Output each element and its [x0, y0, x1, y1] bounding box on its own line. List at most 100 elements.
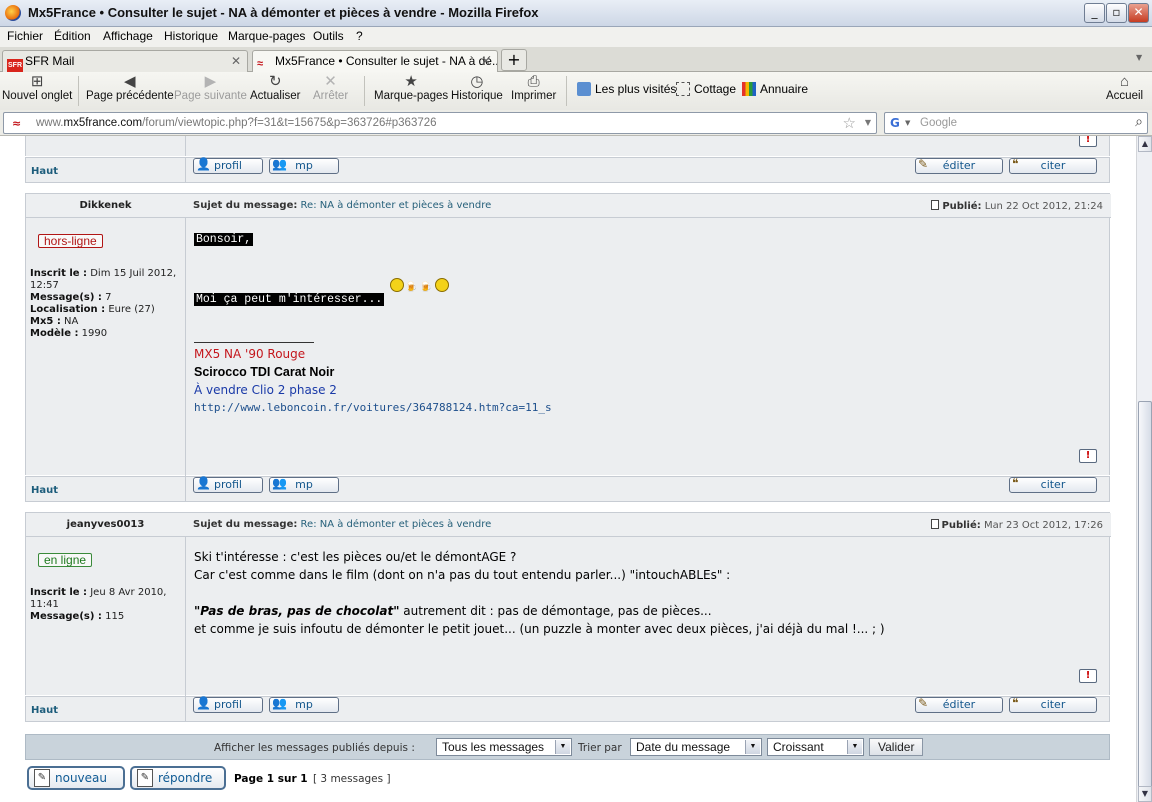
separator: [78, 76, 79, 106]
report-button[interactable]: !: [1079, 449, 1097, 463]
sort-by-select[interactable]: Date du message ▼: [630, 738, 762, 756]
report-button[interactable]: !: [1079, 136, 1097, 147]
menu-fichier[interactable]: Fichier: [7, 29, 43, 43]
post-icon[interactable]: [930, 519, 939, 529]
signature-divider: [194, 342, 314, 343]
menu-outils[interactable]: Outils: [313, 29, 344, 43]
post-header: Dikkenek Sujet du message: Re: NA à démo…: [26, 194, 1111, 218]
tab-mx5france[interactable]: ≈ Mx5France • Consulter le sujet - NA à d…: [252, 50, 498, 73]
google-icon[interactable]: G: [890, 116, 900, 130]
profile-button[interactable]: 👤 profil: [193, 157, 263, 174]
top-link[interactable]: Haut: [31, 485, 58, 496]
tab-close-icon[interactable]: ✕: [231, 54, 241, 68]
scroll-up-icon[interactable]: ▲: [1138, 136, 1152, 152]
back-arrow-icon: ◀: [124, 73, 136, 90]
post-author[interactable]: Dikkenek: [26, 200, 185, 211]
tab-label: SFR Mail: [25, 54, 75, 68]
bookmarks-button[interactable]: ★ Marque-pages: [374, 73, 448, 103]
edit-icon: ✎: [918, 157, 929, 171]
author-profile: Inscrit le : Dim 15 Juil 2012, 12:57 Mes…: [30, 268, 177, 339]
search-icon[interactable]: ⌕: [1135, 114, 1143, 130]
window-titlebar: Mx5France • Consulter le sujet - NA à dé…: [0, 0, 1152, 27]
edit-button[interactable]: ✎ éditer: [915, 157, 1003, 174]
url-bar[interactable]: ≈ www.mx5france.com/forum/viewtopic.php?…: [3, 112, 877, 134]
new-tab-button[interactable]: +: [501, 49, 527, 71]
maximize-button[interactable]: ▫: [1106, 3, 1127, 23]
back-button[interactable]: ◀ Page précédente: [86, 73, 174, 103]
display-since-select[interactable]: Tous les messages ▼: [436, 738, 572, 756]
url-dropdown-icon[interactable]: ▼: [865, 118, 871, 127]
post-actions-bar: Haut 👤 profil 👥 mp ✎ éditer ❝ citer: [25, 157, 1110, 183]
sfr-favicon-icon: SFR: [7, 59, 23, 72]
search-placeholder: Google: [920, 117, 958, 129]
quote-button[interactable]: ❝ citer: [1009, 696, 1097, 713]
profile-button[interactable]: 👤 profil: [193, 476, 263, 493]
new-tab-toolbar-button[interactable]: ⊞ Nouvel onglet: [2, 74, 72, 103]
minimize-button[interactable]: _: [1084, 3, 1105, 23]
top-link[interactable]: Haut: [31, 166, 58, 177]
bookmark-cottage[interactable]: Cottage: [676, 82, 736, 96]
pm-button[interactable]: 👥 mp: [269, 476, 339, 493]
chevron-down-icon: ▼: [555, 740, 570, 754]
user-icon: 👤: [196, 696, 211, 710]
filter-display-label: Afficher les messages publiés depuis :: [214, 742, 415, 754]
home-button[interactable]: ⌂ Accueil: [1106, 74, 1143, 103]
signature-link[interactable]: http://www.leboncoin.fr/voitures/3647881…: [194, 399, 552, 417]
sort-order-select[interactable]: Croissant ▼: [767, 738, 864, 756]
print-button[interactable]: ⎙ Imprimer: [511, 74, 556, 103]
report-button[interactable]: !: [1079, 669, 1097, 683]
vertical-scrollbar[interactable]: ▲ ▼: [1136, 136, 1152, 802]
menu-affichage[interactable]: Affichage: [103, 29, 153, 43]
post-line: et comme je suis infoutu de démonter le …: [194, 622, 885, 636]
new-topic-button[interactable]: ✎ nouveau: [27, 766, 125, 790]
post-date: Publié: Mar 23 Oct 2012, 17:26: [930, 519, 1103, 531]
top-link[interactable]: Haut: [31, 705, 58, 716]
bookmarks-star-icon: ★: [404, 73, 418, 90]
bookmark-annuaire[interactable]: Annuaire: [742, 82, 808, 96]
profile-button[interactable]: 👤 profil: [193, 696, 263, 713]
tab-list-arrow-icon[interactable]: ▼: [1136, 53, 1142, 62]
user-icon: 👤: [196, 476, 211, 490]
forum-page: ! Haut 👤 profil 👥 mp ✎ éditer ❝ citer Dikken…: [0, 136, 1136, 802]
forward-arrow-icon: ▶: [204, 73, 217, 90]
tab-close-icon[interactable]: ✕: [481, 54, 491, 68]
mx5-favicon-icon: ≈: [257, 58, 264, 70]
url-text[interactable]: www.mx5france.com/forum/viewtopic.php?f=…: [36, 117, 437, 129]
menu-edition[interactable]: Édition: [54, 29, 91, 43]
close-button[interactable]: ✕: [1128, 3, 1149, 23]
post-body: Bonsoir,: [194, 229, 254, 249]
stop-button[interactable]: ✕ Arrêter: [313, 74, 348, 103]
bookmark-star-icon[interactable]: ☆: [843, 114, 856, 132]
post-actions-bar: Haut 👤 profil 👥 mp ❝ citer: [25, 476, 1110, 502]
pm-button[interactable]: 👥 mp: [269, 157, 339, 174]
reload-button[interactable]: ↻ Actualiser: [250, 74, 301, 103]
quote-button[interactable]: ❝ citer: [1009, 476, 1097, 493]
bookmark-most-visited[interactable]: Les plus visités: [577, 82, 676, 96]
post-icon[interactable]: [931, 200, 940, 210]
folder-icon: [577, 82, 591, 96]
search-bar[interactable]: G ▼ Google ⌕: [884, 112, 1148, 134]
history-button[interactable]: ◷ Historique: [451, 74, 503, 103]
tab-sfr-mail[interactable]: SFR SFR Mail ✕: [2, 50, 248, 72]
post-body: Moi ça peut m'intéresser... 🍺 🍺: [194, 278, 450, 309]
post-line: Ski t'intéresse : c'est les pièces ou/et…: [194, 550, 517, 564]
post-subject: Sujet du message: Re: NA à démonter et p…: [193, 200, 492, 211]
page-icon: [676, 82, 690, 96]
engine-dropdown-icon[interactable]: ▼: [905, 119, 910, 127]
pm-button[interactable]: 👥 mp: [269, 696, 339, 713]
menu-help[interactable]: ?: [356, 29, 363, 43]
mx5-favicon-icon: ≈: [12, 117, 22, 130]
post-line: "Pas de bras, pas de chocolat" autrement…: [194, 604, 712, 618]
quote-button[interactable]: ❝ citer: [1009, 157, 1097, 174]
scroll-thumb[interactable]: [1138, 401, 1152, 802]
edit-button[interactable]: ✎ éditer: [915, 696, 1003, 713]
menu-marque-pages[interactable]: Marque-pages: [228, 29, 305, 43]
scroll-down-icon[interactable]: ▼: [1138, 786, 1152, 802]
post-actions-bar: Haut 👤 profil 👥 mp ✎ éditer ❝ citer: [25, 696, 1110, 722]
menu-historique[interactable]: Historique: [164, 29, 218, 43]
post-author[interactable]: jeanyves0013: [26, 519, 185, 530]
valider-button[interactable]: Valider: [869, 738, 924, 756]
post-date: Publié: Lun 22 Oct 2012, 21:24: [931, 200, 1103, 212]
forward-button[interactable]: ▶ Page suivante: [174, 73, 247, 103]
reply-button[interactable]: ✎ répondre: [130, 766, 226, 790]
